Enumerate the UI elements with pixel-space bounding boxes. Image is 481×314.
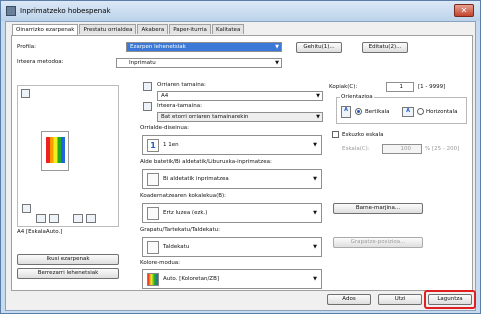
chevron-down-icon: ▼ xyxy=(316,93,320,99)
profile-select[interactable]: Ezarpen lehenetsiak ▼ xyxy=(126,42,282,52)
color-mode-label: Kolore-modua: xyxy=(140,260,181,266)
preview-sheet xyxy=(41,131,69,171)
ok-button[interactable]: Ados xyxy=(327,294,371,305)
manual-scaling-label: Eskuzko eskala xyxy=(342,132,384,138)
color-mode-select[interactable]: Auto. [Koloretan/ZB] ▼ xyxy=(142,269,322,289)
landscape-icon: A xyxy=(402,107,414,117)
tab-paper-source[interactable]: Paper-iturria xyxy=(169,24,211,34)
tab-page-setup[interactable]: Prestatu orrialdea xyxy=(79,24,137,34)
chevron-down-icon: ▼ xyxy=(313,176,317,182)
color-mode-value: Auto. [Koloretan/ZB] xyxy=(163,276,219,282)
title-bar: Inprimatzeko hobespenak ✕ xyxy=(1,1,480,21)
chevron-down-icon: ▼ xyxy=(316,114,320,120)
orientation-label: Orientazioa xyxy=(340,94,374,100)
copies-spinner[interactable]: 1 xyxy=(386,82,414,92)
scaling-spinner[interactable]: 100 xyxy=(382,144,422,154)
page-size-label: Orriaren tamaina: xyxy=(157,82,206,88)
page-layout-select[interactable]: 1 1 1en ▼ xyxy=(142,135,322,155)
copies-label: Kopiak(C): xyxy=(329,84,358,90)
binding-select[interactable]: Ertz luzea (ezk.) ▼ xyxy=(142,203,322,223)
scaling-field-label: Eskala(C): xyxy=(342,146,370,152)
scaling-range: % [25 - 200] xyxy=(425,146,460,152)
portrait-icon: A xyxy=(341,106,351,118)
stapling-label: Grapatu/Tartekatu/Taldekatu: xyxy=(140,227,221,233)
tab-quality[interactable]: Kalitatea xyxy=(211,24,245,34)
color-mode-icon xyxy=(147,273,159,286)
collate-icon xyxy=(73,214,83,223)
help-button-highlight xyxy=(424,290,476,309)
page-preview xyxy=(17,85,119,227)
landscape-label: Horizontala xyxy=(426,109,458,115)
page-size-select[interactable]: A4 ▼ xyxy=(157,91,323,101)
collate-stack-icon xyxy=(147,241,159,254)
portrait-radio[interactable] xyxy=(355,108,362,115)
profile-label: Profila: xyxy=(17,44,36,50)
preview-layout-icon[interactable] xyxy=(21,89,30,98)
view-settings-button[interactable]: Ikusi ezarpenak xyxy=(17,254,119,265)
copies-value: 1 xyxy=(399,84,404,90)
basic-settings-panel: Profila: Ezarpen lehenetsiak ▼ Gehitu(1)… xyxy=(11,35,473,291)
output-method-label: Irteera metodoa: xyxy=(17,59,64,65)
landscape-radio[interactable] xyxy=(417,108,424,115)
page-layout-label: Orrialde-diseinua: xyxy=(140,125,190,131)
page-size-value: A4 xyxy=(161,93,169,99)
print-preferences-window: Inprimatzeko hobespenak ✕ Oinarrizko eza… xyxy=(0,0,481,314)
scaling-value: 100 xyxy=(400,146,412,152)
binding-value: Ertz luzea (ezk.) xyxy=(163,210,208,216)
chevron-down-icon: ▼ xyxy=(313,244,317,250)
staple-position-button[interactable]: Grapatze-posizioa... xyxy=(333,237,423,248)
stapling-value: Taldekatu xyxy=(163,244,190,250)
page-size-icon xyxy=(143,82,152,91)
copies-range: [1 - 9999] xyxy=(418,84,446,90)
binding-edge-icon xyxy=(147,207,159,220)
chevron-down-icon: ▼ xyxy=(275,44,279,50)
add-profile-button[interactable]: Gehitu(1)... xyxy=(296,42,342,53)
close-icon: ✕ xyxy=(460,6,468,15)
output-size-label: Irteera-tamaina: xyxy=(157,103,202,109)
duplex-print-icon xyxy=(147,173,159,186)
portrait-label: Bertikala xyxy=(365,109,390,115)
tab-strip: Oinarrizko ezarpenak Prestatu orrialdea … xyxy=(12,24,245,35)
preview-caption: A4 [EskalaAuto.] xyxy=(17,229,63,235)
chevron-down-icon: ▼ xyxy=(275,60,279,66)
chevron-down-icon: ▼ xyxy=(313,142,317,148)
page-layout-value: 1 1en xyxy=(163,142,179,148)
duplex-value: Bi aldetatik inprimatzea xyxy=(163,176,229,182)
staple-icon xyxy=(36,214,46,223)
printer-icon xyxy=(6,6,16,16)
tray-icon xyxy=(22,204,31,213)
edit-profile-button[interactable]: Editatu(2)... xyxy=(362,42,408,53)
duplex-label: Alde batetik/Bi aldetatik/Liburuxka-inpr… xyxy=(140,159,272,165)
book-icon xyxy=(86,214,96,223)
duplex-icon xyxy=(49,214,59,223)
tab-finishing[interactable]: Akabera xyxy=(137,24,169,34)
preview-color-bars xyxy=(46,137,65,163)
restore-defaults-button[interactable]: Berrezarri lehenetsiak xyxy=(17,268,119,279)
close-button[interactable]: ✕ xyxy=(454,4,474,17)
output-method-value: Inprimatu xyxy=(129,60,156,66)
output-size-select[interactable]: Bat etorri orriaren tamainarekin ▼ xyxy=(157,112,323,122)
manual-scaling-checkbox[interactable] xyxy=(332,131,339,138)
cancel-button[interactable]: Utzi xyxy=(378,294,422,305)
profile-value: Ezarpen lehenetsiak xyxy=(130,44,186,50)
gutter-button[interactable]: Barne-marjina... xyxy=(333,203,423,214)
chevron-down-icon: ▼ xyxy=(313,210,317,216)
one-up-icon: 1 xyxy=(147,139,159,152)
dialog-client: Oinarrizko ezarpenak Prestatu orrialdea … xyxy=(5,21,476,311)
window-title: Inprimatzeko hobespenak xyxy=(20,7,111,15)
tab-basic-settings[interactable]: Oinarrizko ezarpenak xyxy=(12,24,79,35)
output-size-value: Bat etorri orriaren tamainarekin xyxy=(161,114,249,120)
stapling-select[interactable]: Taldekatu ▼ xyxy=(142,237,322,257)
binding-label: Koadernatzearen kokalekua(B): xyxy=(140,193,227,199)
output-method-select[interactable]: Inprimatu ▼ xyxy=(116,58,282,68)
duplex-select[interactable]: Bi aldetatik inprimatzea ▼ xyxy=(142,169,322,189)
output-size-icon xyxy=(143,102,152,111)
chevron-down-icon: ▼ xyxy=(313,276,317,282)
